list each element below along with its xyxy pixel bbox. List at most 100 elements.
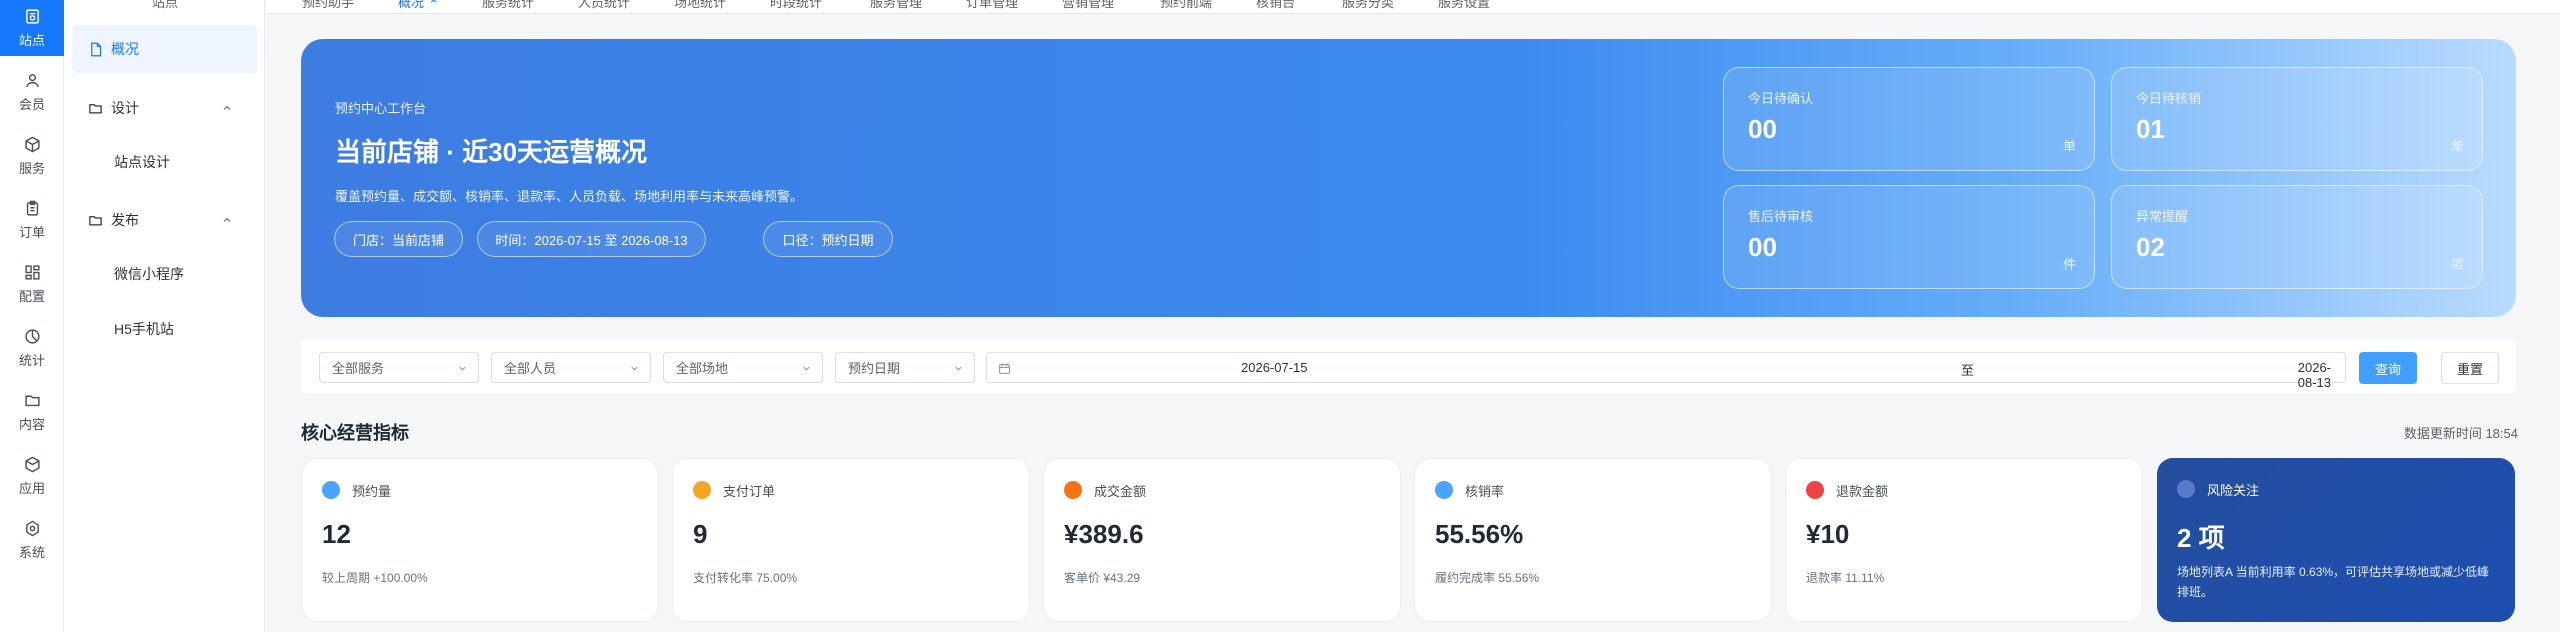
tab-overview[interactable]: 概况 — [398, 0, 424, 11]
start-date[interactable]: 2026-07-15 — [1241, 360, 1308, 375]
stat-unit: 件 — [2062, 257, 2076, 272]
rail-item-config[interactable]: 配置 — [0, 256, 64, 312]
kpi-card-revenue[interactable]: 成交金额 ¥389.6 客单价 ¥43.29 — [1043, 458, 1401, 622]
rail-item-app[interactable]: 应用 — [0, 448, 64, 504]
sidebar-item-label: H5手机站 — [114, 321, 174, 337]
venue-select[interactable]: 全部场地 — [663, 352, 823, 383]
tab-slot-stats[interactable]: 时段统计 — [770, 0, 822, 11]
filter-bar: 全部服务 全部人员 全部场地 预约日期 2026-07-15 至 2026-08… — [301, 339, 2516, 393]
rail-label: 服务 — [18, 160, 45, 176]
kpi-value: 9 — [693, 519, 708, 549]
box-icon — [24, 136, 40, 152]
tab-frontend[interactable]: 预约前端 — [1160, 0, 1212, 11]
rail-label: 站点 — [18, 32, 45, 48]
kpi-note: 客单价 ¥43.29 — [1064, 571, 1141, 585]
rail-item-system[interactable]: 系统 — [0, 512, 64, 568]
rail-item-site[interactable]: 站点 — [0, 0, 64, 56]
tab-service-category[interactable]: 服务分类 — [1342, 0, 1394, 11]
kpi-value: ¥389.6 — [1064, 519, 1144, 549]
chevron-up-icon — [223, 105, 231, 110]
end-date[interactable]: 2026-08-13 — [2298, 360, 2331, 390]
tab-service-manage[interactable]: 服务管理 — [870, 0, 922, 11]
rail-label: 会员 — [18, 96, 45, 112]
kpi-card-bookings[interactable]: 预约量 12 较上周期 +100.00% — [301, 458, 659, 622]
date-range-picker[interactable]: 2026-07-15 至 2026-08-13 — [986, 352, 2346, 390]
rail-item-content[interactable]: 内容 — [0, 384, 64, 440]
calendar-icon — [999, 363, 1010, 374]
sidebar-item-wechat[interactable]: 微信小程序 — [72, 250, 257, 298]
basis-chip: 口径：预约日期 — [763, 221, 893, 257]
tab-staff-stats[interactable]: 人员统计 — [578, 0, 630, 11]
stat-card-pending-verify[interactable]: 今日待核销 01 单 — [2111, 67, 2483, 171]
sidebar-item-label: 发布 — [111, 212, 139, 228]
kpi-label: 成交金额 — [1094, 484, 1147, 499]
stat-value: 00 — [1748, 114, 1777, 144]
sidebar-group-publish[interactable]: 发布 — [72, 196, 257, 244]
stat-label: 今日待核销 — [2136, 91, 2202, 106]
rail-item-stats[interactable]: 统计 — [0, 320, 64, 376]
kpi-label: 退款金额 — [1836, 484, 1889, 499]
reset-button[interactable]: 重置 — [2441, 352, 2499, 384]
kpi-card-risk[interactable]: 风险关注 2 项 场地列表A 当前利用率 0.63%，可评估共享场地或减少低峰排… — [2157, 458, 2515, 622]
chevron-down-icon — [803, 366, 810, 371]
date-type-select[interactable]: 预约日期 — [835, 352, 975, 383]
status-dot — [693, 481, 711, 499]
rail-item-service[interactable]: 服务 — [0, 128, 64, 184]
stat-label: 今日待确认 — [1748, 91, 1814, 106]
rail-item-member[interactable]: 会员 — [0, 64, 64, 120]
gear-icon — [25, 520, 39, 536]
document-icon — [91, 42, 102, 56]
tab-service-settings[interactable]: 服务设置 — [1438, 0, 1490, 11]
chevron-down-icon — [955, 366, 962, 371]
stat-value: 00 — [1748, 232, 1777, 262]
tab-service-stats[interactable]: 服务统计 — [482, 0, 534, 11]
order-icon — [26, 200, 38, 216]
folder-icon — [89, 215, 102, 225]
select-value: 全部人员 — [504, 361, 557, 376]
hero-kicker: 预约中心工作台 — [335, 101, 427, 116]
tab-verify[interactable]: 核销台 — [1256, 0, 1295, 11]
rail-item-order[interactable]: 订单 — [0, 192, 64, 248]
kpi-card-paid-orders[interactable]: 支付订单 9 支付转化率 75.00% — [672, 458, 1030, 622]
chevron-down-icon — [631, 366, 638, 371]
stat-label: 异常提醒 — [2136, 209, 2189, 224]
secondary-sidebar: 站点 概况 设计 站点设计 发布 微信小程序 H5手机站 — [64, 0, 265, 632]
sidebar-item-label: 设计 — [111, 100, 139, 116]
service-select[interactable]: 全部服务 — [319, 352, 479, 383]
select-value: 预约日期 — [848, 361, 901, 376]
hero-description: 覆盖预约量、成交额、核销率、退款率、人员负载、场地利用率与未来高峰预警。 — [335, 189, 804, 204]
stat-card-pending-confirm[interactable]: 今日待确认 00 单 — [1723, 67, 2095, 171]
tab-assistant[interactable]: 预约助手 — [302, 0, 354, 11]
close-icon[interactable]: × — [430, 0, 438, 7]
kpi-card-verify-rate[interactable]: 核销率 55.56% 履约完成率 55.56% — [1414, 458, 1772, 622]
sidebar-item-label: 概况 — [111, 41, 139, 57]
kpi-value: ¥10 — [1806, 519, 1850, 549]
status-dot — [322, 481, 340, 499]
kpi-value: 55.56% — [1435, 519, 1524, 549]
kpi-card-refund[interactable]: 退款金额 ¥10 退款率 11.11% — [1785, 458, 2143, 622]
hero-banner: 预约中心工作台 当前店铺 · 近30天运营概况 覆盖预约量、成交额、核销率、退款… — [301, 39, 2516, 317]
stat-card-aftersale[interactable]: 售后待审核 00 件 — [1723, 185, 2095, 289]
stat-card-alerts[interactable]: 异常提醒 02 项 — [2111, 185, 2483, 289]
sidebar-item-site-design[interactable]: 站点设计 — [72, 138, 257, 186]
status-dot — [1806, 481, 1824, 499]
stat-unit: 单 — [2062, 139, 2076, 154]
tab-order-manage[interactable]: 订单管理 — [966, 0, 1018, 11]
kpi-label: 支付订单 — [723, 484, 776, 499]
query-button[interactable]: 查询 — [2359, 352, 2417, 384]
sidebar-item-h5[interactable]: H5手机站 — [72, 305, 257, 353]
sidebar-item-overview[interactable]: 概况 — [72, 25, 257, 73]
date-range-chip: 时间：2026-07-15 至 2026-08-13 — [477, 221, 706, 257]
kpi-note: 场地列表A 当前利用率 0.63%，可评估共享场地或减少低峰排班。 — [2177, 565, 2490, 599]
tab-venue-stats[interactable]: 场地统计 — [674, 0, 726, 11]
staff-select[interactable]: 全部人员 — [491, 352, 651, 383]
kpi-note: 支付转化率 75.00% — [693, 571, 798, 585]
config-icon — [24, 264, 40, 280]
rail-label: 配置 — [18, 288, 45, 304]
stat-label: 售后待审核 — [1748, 209, 1814, 224]
rail-label: 系统 — [18, 544, 45, 560]
site-icon — [25, 8, 39, 24]
sidebar-group-design[interactable]: 设计 — [72, 84, 257, 132]
rail-label: 内容 — [18, 416, 45, 432]
tab-marketing[interactable]: 营销管理 — [1062, 0, 1114, 11]
